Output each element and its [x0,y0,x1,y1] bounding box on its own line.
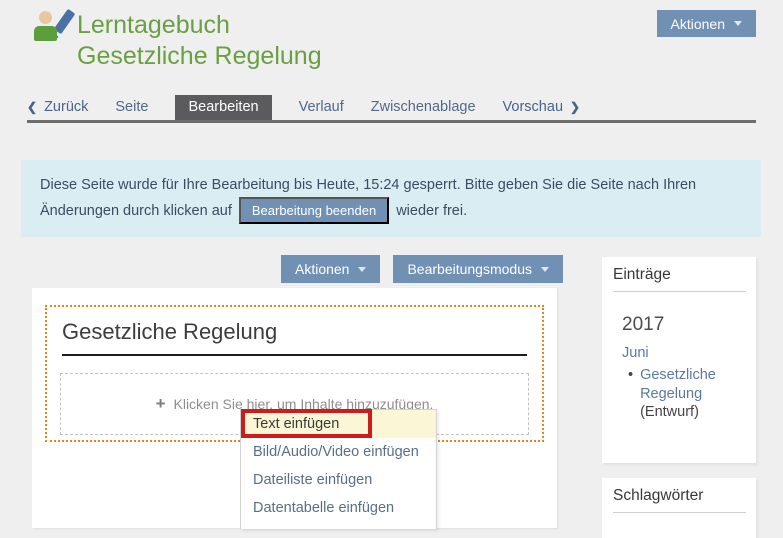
menu-item-datentabelle[interactable]: Datentabelle einfügen [241,494,436,522]
editor-actions-button[interactable]: Aktionen [281,255,380,283]
keywords-panel: Schlagwörter [602,478,756,538]
person-body-icon [34,26,57,41]
tab-seite[interactable]: Seite [115,99,148,120]
content-heading: Gesetzliche Regelung [62,319,527,356]
caret-down-icon [358,267,366,272]
entries-panel-title: Einträge [602,257,756,291]
end-editing-button[interactable]: Bearbeitung beenden [239,197,389,224]
page-title: Lerntagebuch Gesetzliche Regelung [77,10,322,72]
tab-verlauf[interactable]: Verlauf [299,99,344,120]
divider [613,512,746,513]
menu-item-bild-audio-video[interactable]: Bild/Audio/Video einfügen [241,438,436,466]
caret-down-icon [541,267,549,272]
lock-notice-text-after: wieder frei. [396,203,467,219]
header-actions-label: Aktionen [671,16,725,32]
editing-mode-button[interactable]: Bearbeitungsmodus [393,255,563,283]
insert-content-menu: Text einfügen Bild/Audio/Video einfügen … [240,409,437,529]
lock-notice: Diese Seite wurde für Ihre Bearbeitung b… [21,160,761,237]
page-title-line1: Lerntagebuch [77,10,322,41]
header-actions-button[interactable]: Aktionen [657,10,756,37]
caret-down-icon [734,21,742,26]
plus-icon: + [156,394,166,414]
menu-item-text-einfuegen[interactable]: Text einfügen [241,410,436,438]
keywords-panel-title: Schlagwörter [602,478,756,512]
learning-journal-icon [33,11,73,45]
editor-toolbar: Aktionen Bearbeitungsmodus [32,255,563,283]
entry-status: (Entwurf) [640,404,699,420]
entries-list: • Gesetzliche Regelung (Entwurf) [628,366,756,422]
tab-back-label: Zurück [44,99,88,115]
tab-bearbeiten[interactable]: Bearbeiten [175,95,271,120]
tab-bar: ❮ Zurück Seite Bearbeiten Verlauf Zwisch… [27,97,756,123]
page-title-line2: Gesetzliche Regelung [77,41,322,72]
menu-item-label: Text einfügen [253,416,339,432]
tab-zwischenablage[interactable]: Zwischenablage [371,99,476,120]
entry-link[interactable]: Gesetzliche Regelung [640,367,716,402]
list-item: • Gesetzliche Regelung (Entwurf) [628,366,756,422]
entries-panel: Einträge 2017 Juni • Gesetzliche Regelun… [602,257,756,463]
bullet: • [628,366,633,422]
tab-back[interactable]: ❮ Zurück [27,99,88,120]
chevron-right-icon: ❯ [570,100,580,114]
chevron-left-icon: ❮ [27,100,37,114]
entries-month-link[interactable]: Juni [622,345,756,361]
entries-year: 2017 [622,314,756,336]
divider [613,291,746,292]
menu-item-dateiliste[interactable]: Dateiliste einfügen [241,466,436,494]
editor-actions-label: Aktionen [295,261,349,277]
tab-forward[interactable]: Vorschau ❯ [503,99,581,120]
tab-forward-label: Vorschau [503,99,563,115]
editing-mode-label: Bearbeitungsmodus [407,261,532,277]
person-icon [39,11,52,24]
